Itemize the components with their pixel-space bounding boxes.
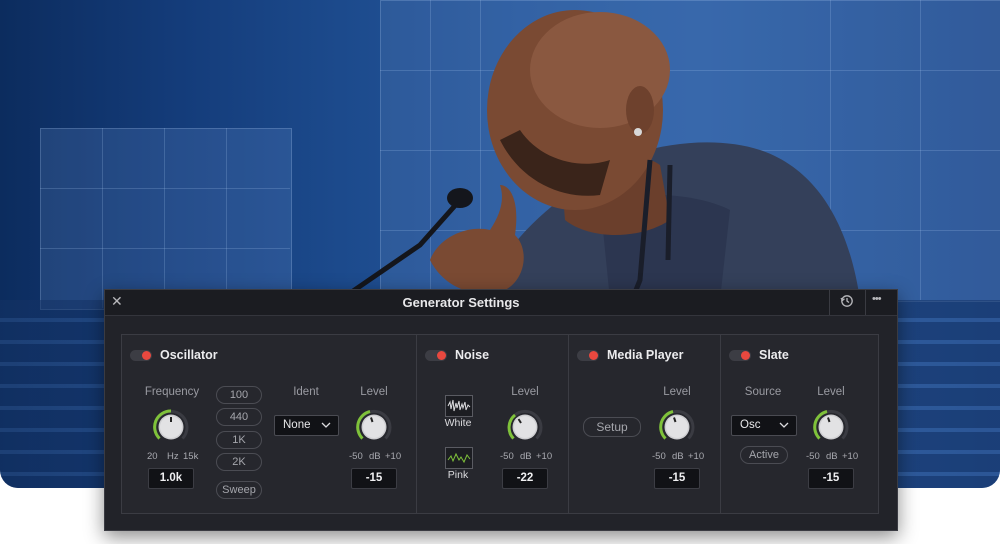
preset-2k-button[interactable]: 2K	[216, 453, 262, 471]
media-player-level-min: -50	[652, 451, 666, 462]
generator-body: Oscillator Frequency 20 Hz 15k 1.0k 100 …	[121, 334, 879, 514]
frequency-value[interactable]: 1.0k	[148, 468, 194, 489]
oscillator-level-knob[interactable]	[356, 409, 392, 445]
slate-level-label: Level	[817, 386, 845, 398]
frequency-max: 15k	[183, 451, 199, 462]
slate-level-max: +10	[842, 451, 859, 462]
generator-settings-window: ✕ Generator Settings ••• Oscillator Freq…	[104, 289, 898, 531]
pink-noise-wave-icon	[447, 452, 471, 464]
oscillator-level-label: Level	[360, 386, 388, 398]
frequency-min: 20	[147, 451, 158, 462]
oscillator-level-value[interactable]: -15	[351, 468, 397, 489]
oscillator-level-max: +10	[385, 451, 402, 462]
ident-label: Ident	[293, 386, 319, 398]
source-select[interactable]: Osc	[731, 415, 797, 436]
preset-440-button[interactable]: 440	[216, 408, 262, 426]
oscillator-section: Oscillator Frequency 20 Hz 15k 1.0k 100 …	[122, 335, 417, 513]
ident-select[interactable]: None	[274, 415, 339, 436]
oscillator-title: Oscillator	[160, 348, 218, 362]
source-value: Osc	[740, 419, 761, 431]
active-button[interactable]: Active	[740, 446, 788, 464]
white-label: White	[444, 417, 472, 429]
noise-level-unit: dB	[520, 451, 532, 462]
oscillator-level-min: -50	[349, 451, 363, 462]
noise-toggle[interactable]	[425, 349, 447, 361]
window-title: Generator Settings	[402, 295, 520, 310]
noise-level-value[interactable]: -22	[502, 468, 548, 489]
oscillator-level-unit: dB	[369, 451, 381, 462]
frequency-label: Frequency	[144, 386, 200, 398]
media-player-level-unit: dB	[672, 451, 684, 462]
setup-button[interactable]: Setup	[583, 417, 641, 437]
white-noise-wave-icon	[447, 399, 471, 412]
oscillator-toggle[interactable]	[130, 349, 152, 361]
ident-value: None	[283, 419, 311, 431]
more-icon[interactable]: •••	[872, 293, 882, 305]
slate-toggle[interactable]	[729, 349, 751, 361]
noise-title: Noise	[455, 348, 490, 362]
slate-level-knob[interactable]	[813, 409, 849, 445]
titlebar-divider	[829, 290, 830, 315]
media-player-level-max: +10	[688, 451, 705, 462]
frequency-unit: Hz	[167, 451, 179, 462]
chevron-down-icon	[321, 416, 331, 442]
pink-noise-button[interactable]	[445, 447, 473, 469]
titlebar-divider	[865, 290, 866, 315]
noise-section: Noise White Pink Level -50 dB +10 -22	[417, 335, 569, 513]
title-bar: ✕ Generator Settings •••	[105, 290, 897, 316]
pink-label: Pink	[447, 469, 469, 481]
preset-1k-button[interactable]: 1K	[216, 431, 262, 449]
slate-level-min: -50	[806, 451, 820, 462]
white-noise-button[interactable]	[445, 395, 473, 417]
frequency-knob[interactable]	[153, 409, 189, 445]
preset-100-button[interactable]: 100	[216, 386, 262, 404]
source-label: Source	[744, 386, 782, 398]
slate-title: Slate	[759, 348, 789, 362]
slate-section: Slate Source Osc Active Level -50 dB +10…	[721, 335, 878, 513]
history-icon[interactable]	[840, 294, 854, 311]
slate-level-unit: dB	[826, 451, 838, 462]
sweep-button[interactable]: Sweep	[216, 481, 262, 499]
media-player-level-label: Level	[663, 386, 691, 398]
media-player-level-value[interactable]: -15	[654, 468, 700, 489]
noise-level-min: -50	[500, 451, 514, 462]
noise-level-knob[interactable]	[507, 409, 543, 445]
noise-level-label: Level	[511, 386, 539, 398]
chevron-down-icon	[779, 416, 789, 442]
media-player-level-knob[interactable]	[659, 409, 695, 445]
media-player-section: Media Player Setup Level -50 dB +10 -15	[569, 335, 721, 513]
media-player-toggle[interactable]	[577, 349, 599, 361]
slate-level-value[interactable]: -15	[808, 468, 854, 489]
noise-level-max: +10	[536, 451, 553, 462]
media-player-title: Media Player	[607, 348, 684, 362]
